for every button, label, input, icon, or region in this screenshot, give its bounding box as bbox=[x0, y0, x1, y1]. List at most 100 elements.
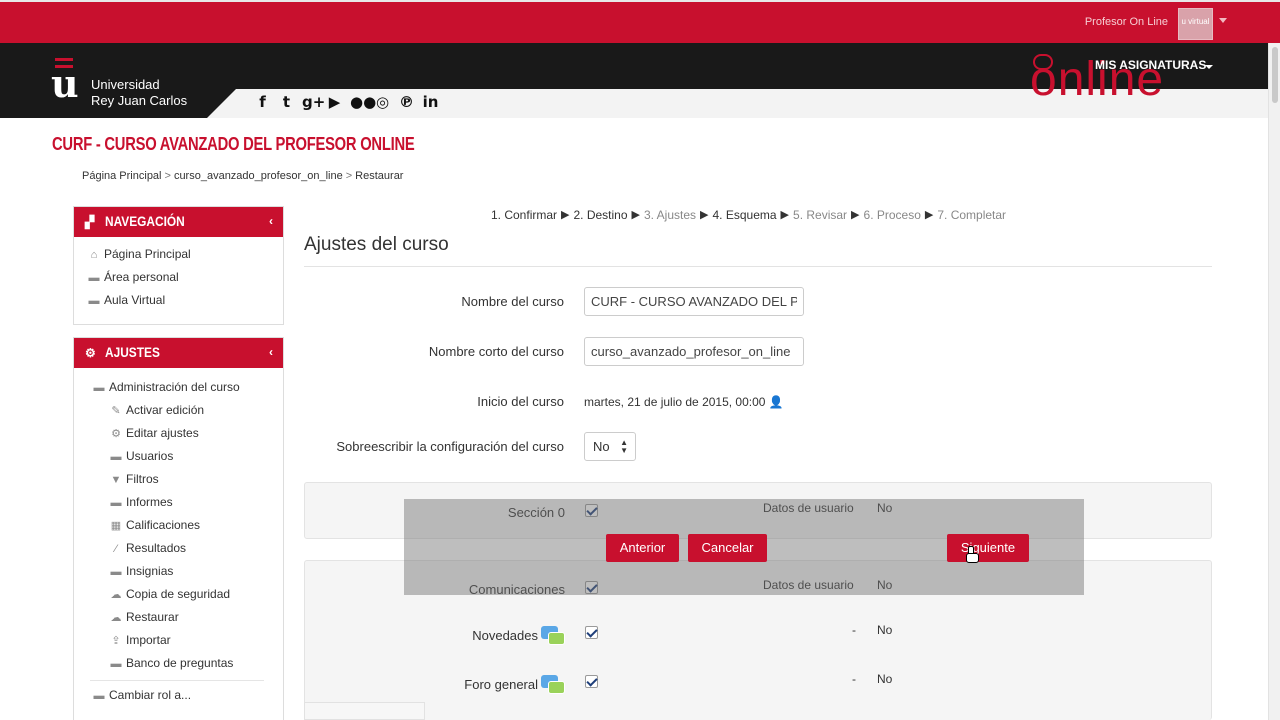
step-review: 5. Revisar bbox=[793, 208, 848, 222]
flickr-icon[interactable]: ●● bbox=[350, 92, 376, 112]
breadcrumb: Página Principal > curso_avanzado_profes… bbox=[82, 170, 403, 182]
hand-cursor-icon bbox=[966, 546, 979, 563]
next-button[interactable]: Siguiente bbox=[947, 534, 1029, 562]
filter-icon: ▼ bbox=[110, 474, 122, 486]
instagram-icon[interactable]: ◎ bbox=[374, 92, 391, 112]
youtube-icon[interactable]: ▶ bbox=[326, 92, 343, 112]
course-name-input[interactable] bbox=[584, 287, 804, 316]
chevron-down-icon[interactable] bbox=[1219, 18, 1227, 23]
upload-icon: ⇪ bbox=[111, 635, 121, 647]
sidebar-item-personal[interactable]: ▬ Área personal bbox=[86, 270, 179, 284]
sidebar-item-label: Filtros bbox=[126, 472, 159, 486]
general-forum-label: Foro general bbox=[464, 677, 538, 692]
chevron-down-icon[interactable] bbox=[1205, 65, 1213, 69]
folder-icon: ▬ bbox=[110, 497, 122, 509]
short-name-input[interactable] bbox=[584, 337, 804, 366]
breadcrumb-course[interactable]: curso_avanzado_profesor_on_line bbox=[174, 170, 343, 182]
folder-icon: ▬ bbox=[110, 658, 122, 670]
home-icon: ⌂ bbox=[90, 249, 98, 261]
linkedin-icon[interactable]: in bbox=[422, 92, 439, 112]
divider bbox=[304, 266, 1212, 267]
lock-user-icon: 👤 bbox=[768, 395, 784, 409]
course-start-value: martes, 21 de julio de 2015, 00:00 👤 bbox=[584, 395, 784, 409]
sidebar-item-label: Calificaciones bbox=[126, 518, 201, 532]
forum-icon bbox=[541, 626, 565, 646]
avatar[interactable]: u virtual bbox=[1178, 8, 1213, 40]
university-name[interactable]: Universidad Rey Juan Carlos bbox=[91, 77, 187, 109]
page-scrollbar[interactable] bbox=[1268, 43, 1280, 720]
sidebar-item-label: Cambiar rol a... bbox=[109, 688, 192, 702]
sidebar-item-grades[interactable]: ▦ Calificaciones bbox=[108, 518, 200, 532]
university-name-line1: Universidad bbox=[91, 77, 160, 92]
collapse-icon[interactable]: ‹ bbox=[269, 345, 273, 359]
sidebar-item-outcomes[interactable]: ⁄ Resultados bbox=[108, 541, 186, 555]
sidebar-item-backup[interactable]: ☁ Copia de seguridad bbox=[108, 587, 231, 601]
step-arrow-icon: ▶ bbox=[851, 209, 860, 221]
sidebar-item-switch-role[interactable]: ▬ Cambiar rol a... bbox=[91, 688, 192, 702]
folder-open-icon: ▬ bbox=[93, 382, 105, 394]
social-links: f t g+ ▶ ●● ◎ ℗ in bbox=[254, 92, 439, 112]
course-name-label: Nombre del curso bbox=[461, 294, 564, 309]
forum-icon bbox=[541, 675, 565, 695]
gears-icon: ⚙ bbox=[85, 346, 96, 360]
sidebar-item-virtual-classroom[interactable]: ▬ Aula Virtual bbox=[86, 293, 166, 307]
sidebar-item-filters[interactable]: ▼ Filtros bbox=[108, 472, 159, 486]
twitter-icon[interactable]: t bbox=[278, 92, 295, 112]
breadcrumb-separator: > bbox=[164, 170, 171, 182]
sidebar-item-import[interactable]: ⇪ Importar bbox=[108, 633, 171, 647]
google-plus-icon[interactable]: g+ bbox=[302, 92, 325, 112]
sidebar-item-course-admin[interactable]: ▬ Administración del curso bbox=[91, 380, 240, 394]
cancel-button[interactable]: Cancelar bbox=[688, 534, 767, 562]
breadcrumb-home[interactable]: Página Principal bbox=[82, 170, 162, 182]
folder-icon: ▬ bbox=[88, 295, 100, 307]
sidebar-item-badges[interactable]: ▬ Insignias bbox=[108, 564, 174, 578]
sidebar-item-edit-settings[interactable]: ⚙ Editar ajustes bbox=[108, 426, 199, 440]
course-settings-heading: Ajustes del curso bbox=[304, 234, 449, 255]
breadcrumb-current[interactable]: Restaurar bbox=[355, 170, 403, 182]
pinterest-icon[interactable]: ℗ bbox=[398, 92, 415, 112]
step-settings: 3. Ajustes bbox=[644, 208, 697, 222]
sidebar-item-question-bank[interactable]: ▬ Banco de preguntas bbox=[108, 656, 234, 670]
sidebar-item-label: Importar bbox=[126, 633, 171, 647]
news-user-data-dash: - bbox=[852, 623, 856, 637]
sidebar-item-label: Copia de seguridad bbox=[126, 587, 231, 601]
scrollbar-thumb[interactable] bbox=[1272, 47, 1278, 103]
previous-button[interactable]: Anterior bbox=[606, 534, 679, 562]
settings-block-header[interactable]: ⚙ AJUSTES ‹ bbox=[74, 338, 283, 368]
navigation-block-header[interactable]: ▞ NAVEGACIÓN ‹ bbox=[74, 207, 283, 237]
course-start-text: martes, 21 de julio de 2015, 00:00 bbox=[584, 395, 766, 409]
table-icon: ▦ bbox=[110, 520, 122, 532]
online-logo-mark-icon bbox=[1033, 54, 1053, 70]
step-complete: 7. Completar bbox=[937, 208, 1007, 222]
news-user-data-value: No bbox=[877, 623, 893, 637]
sidebar-item-label: Administración del curso bbox=[109, 380, 240, 394]
general-forum-checkbox[interactable] bbox=[585, 675, 598, 688]
sidebar-item-label: Página Principal bbox=[104, 247, 191, 261]
sidebar-item-label: Informes bbox=[126, 495, 173, 509]
course-start-label: Inicio del curso bbox=[477, 394, 564, 409]
news-checkbox[interactable] bbox=[585, 626, 598, 639]
news-label: Novedades bbox=[472, 628, 538, 643]
sidebar-item-reports[interactable]: ▬ Informes bbox=[108, 495, 173, 509]
my-subjects-menu[interactable]: MIS ASIGNATURAS bbox=[1095, 58, 1206, 72]
sidebar-item-edit-mode[interactable]: ✎ Activar edición bbox=[108, 403, 204, 417]
sidebar-item-label: Banco de preguntas bbox=[126, 656, 234, 670]
overwrite-settings-select[interactable]: No ▲ ▼ bbox=[584, 432, 636, 461]
sidebar-item-users[interactable]: ▬ Usuarios bbox=[108, 449, 174, 463]
facebook-icon[interactable]: f bbox=[254, 92, 271, 112]
cloud-upload-icon: ☁ bbox=[110, 612, 122, 624]
sidebar-item-label: Editar ajustes bbox=[126, 426, 199, 440]
folder-icon: ▬ bbox=[110, 566, 122, 578]
overwrite-settings-label: Sobreescribir la configuración del curso bbox=[336, 439, 564, 454]
sidebar-item-home[interactable]: ⌂ Página Principal bbox=[86, 247, 191, 261]
user-name-link[interactable]: Profesor On Line bbox=[1085, 16, 1168, 28]
divider bbox=[90, 680, 264, 681]
urjc-logo-icon[interactable]: u bbox=[51, 62, 79, 106]
sidebar-item-label: Activar edición bbox=[126, 403, 205, 417]
step-confirm: 1. Confirmar bbox=[491, 208, 558, 222]
sidebar-item-label: Aula Virtual bbox=[104, 293, 166, 307]
sidebar-item-restore[interactable]: ☁ Restaurar bbox=[108, 610, 179, 624]
collapse-icon[interactable]: ‹ bbox=[269, 214, 273, 228]
sitemap-icon: ▞ bbox=[85, 215, 95, 229]
navigation-block: ▞ NAVEGACIÓN ‹ bbox=[73, 206, 284, 325]
